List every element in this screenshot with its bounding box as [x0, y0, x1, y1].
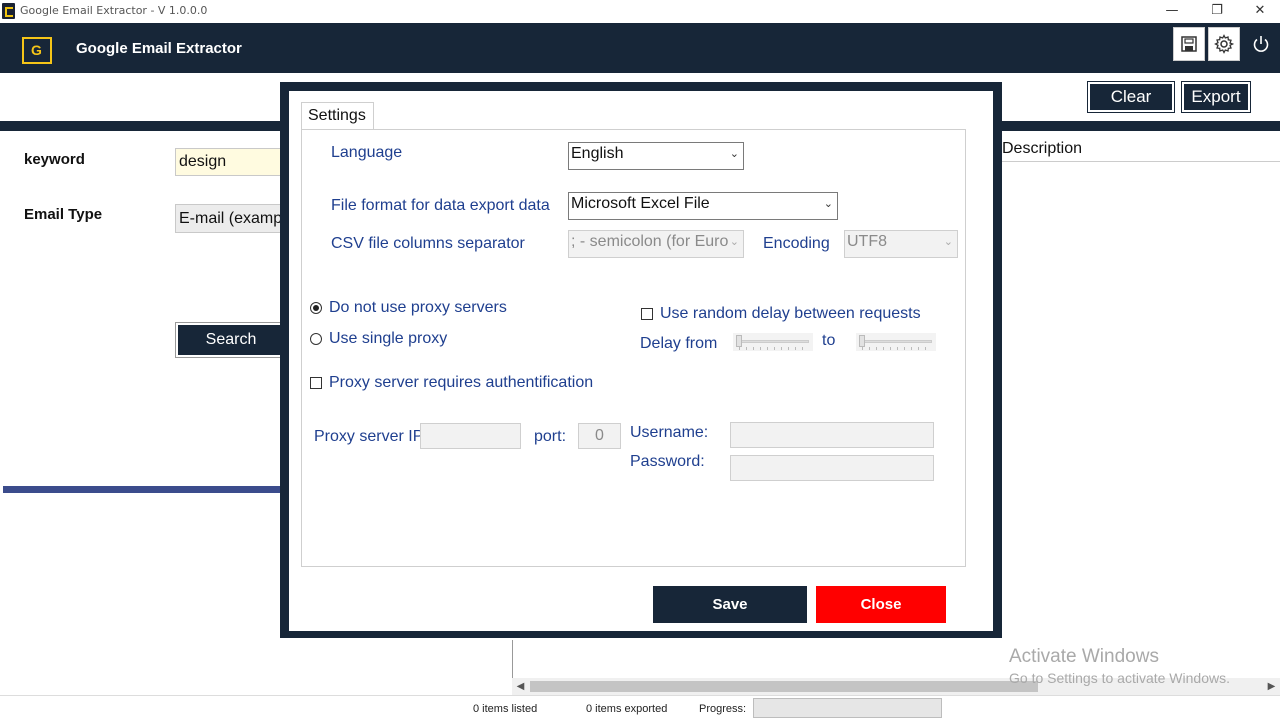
- delay-from-slider[interactable]: [733, 333, 813, 351]
- language-select[interactable]: English ⌄: [568, 142, 744, 170]
- progress-bar: [753, 698, 942, 718]
- column-divider: [1002, 161, 1280, 162]
- app-logo: G: [22, 37, 52, 64]
- username-label: Username:: [630, 424, 709, 441]
- single-proxy-radio[interactable]: [310, 333, 322, 345]
- language-value: English: [571, 145, 624, 162]
- app-icon: [2, 3, 15, 19]
- scroll-right-icon[interactable]: ▶: [1263, 678, 1280, 695]
- window-titlebar: Google Email Extractor - V 1.0.0.0 — ❐ ✕: [0, 0, 1280, 23]
- window-title: Google Email Extractor - V 1.0.0.0: [20, 4, 208, 17]
- csv-separator-value: ; - semicolon (for Euro: [571, 233, 729, 250]
- encoding-select[interactable]: UTF8 ⌄: [844, 230, 958, 258]
- scroll-thumb[interactable]: [530, 681, 1038, 692]
- no-proxy-radio[interactable]: [310, 302, 322, 314]
- progress-strip: [3, 486, 283, 493]
- proxy-auth-checkbox[interactable]: [310, 377, 322, 389]
- search-button[interactable]: Search: [175, 322, 287, 358]
- close-window-button[interactable]: ✕: [1238, 0, 1280, 23]
- progress-label: Progress:: [699, 703, 747, 715]
- random-delay-label[interactable]: Use random delay between requests: [660, 305, 921, 323]
- floppy-icon: [1181, 36, 1197, 52]
- scroll-left-icon[interactable]: ◀: [512, 678, 529, 695]
- settings-button[interactable]: [1208, 27, 1240, 61]
- file-format-value: Microsoft Excel File: [571, 195, 710, 212]
- email-type-label: Email Type: [24, 206, 103, 223]
- csv-separator-select[interactable]: ; - semicolon (for Euro ⌄: [568, 230, 744, 258]
- items-listed-status: 0 items listed: [473, 703, 538, 715]
- minimize-button[interactable]: —: [1150, 0, 1194, 23]
- proxy-ip-input[interactable]: [420, 423, 521, 449]
- encoding-label: Encoding: [763, 235, 830, 252]
- delay-from-label: Delay from: [640, 335, 718, 352]
- no-proxy-label[interactable]: Do not use proxy servers: [329, 299, 507, 317]
- power-button[interactable]: [1245, 27, 1277, 61]
- proxy-ip-label: Proxy server IP:: [314, 428, 428, 445]
- chevron-down-icon: ⌄: [729, 236, 739, 248]
- description-column-header[interactable]: Description: [1002, 140, 1082, 158]
- items-exported-status: 0 items exported: [586, 703, 668, 715]
- export-button[interactable]: Export: [1181, 81, 1251, 113]
- file-format-select[interactable]: Microsoft Excel File ⌄: [568, 192, 838, 220]
- proxy-auth-label[interactable]: Proxy server requires authentification: [329, 374, 593, 392]
- close-button[interactable]: Close: [816, 586, 946, 623]
- save-button[interactable]: Save: [653, 586, 807, 623]
- password-input[interactable]: [730, 455, 934, 481]
- csv-separator-label: CSV file columns separator: [331, 235, 525, 252]
- logo-letter: G: [31, 42, 42, 58]
- file-format-label: File format for data export data: [331, 197, 550, 214]
- app-header: G Google Email Extractor: [0, 23, 1280, 73]
- port-input[interactable]: 0: [578, 423, 621, 449]
- clear-button[interactable]: Clear: [1087, 81, 1175, 113]
- port-label: port:: [534, 428, 567, 445]
- power-icon: [1253, 36, 1269, 52]
- app-name: Google Email Extractor: [76, 40, 242, 57]
- email-type-select[interactable]: E-mail (examp: [175, 204, 285, 233]
- language-label: Language: [331, 144, 403, 161]
- restore-button[interactable]: ❐: [1195, 0, 1239, 23]
- chevron-down-icon: ⌄: [943, 236, 953, 248]
- password-label: Password:: [630, 453, 705, 470]
- username-input[interactable]: [730, 422, 934, 448]
- chevron-down-icon: ⌄: [823, 198, 833, 210]
- chevron-down-icon: ⌄: [729, 148, 739, 160]
- single-proxy-label[interactable]: Use single proxy: [329, 330, 447, 348]
- activation-watermark-title: Activate Windows: [1009, 646, 1159, 667]
- gear-icon: [1214, 34, 1234, 54]
- random-delay-checkbox[interactable]: [641, 308, 653, 320]
- keyword-input[interactable]: design: [175, 148, 285, 176]
- tab-settings[interactable]: Settings: [301, 102, 374, 130]
- encoding-value: UTF8: [847, 233, 887, 250]
- save-disk-button[interactable]: [1173, 27, 1205, 61]
- delay-to-label: to: [822, 332, 836, 349]
- activation-watermark-text: Go to Settings to activate Windows.: [1009, 670, 1230, 686]
- keyword-label: keyword: [24, 151, 85, 168]
- delay-to-slider[interactable]: [856, 333, 936, 351]
